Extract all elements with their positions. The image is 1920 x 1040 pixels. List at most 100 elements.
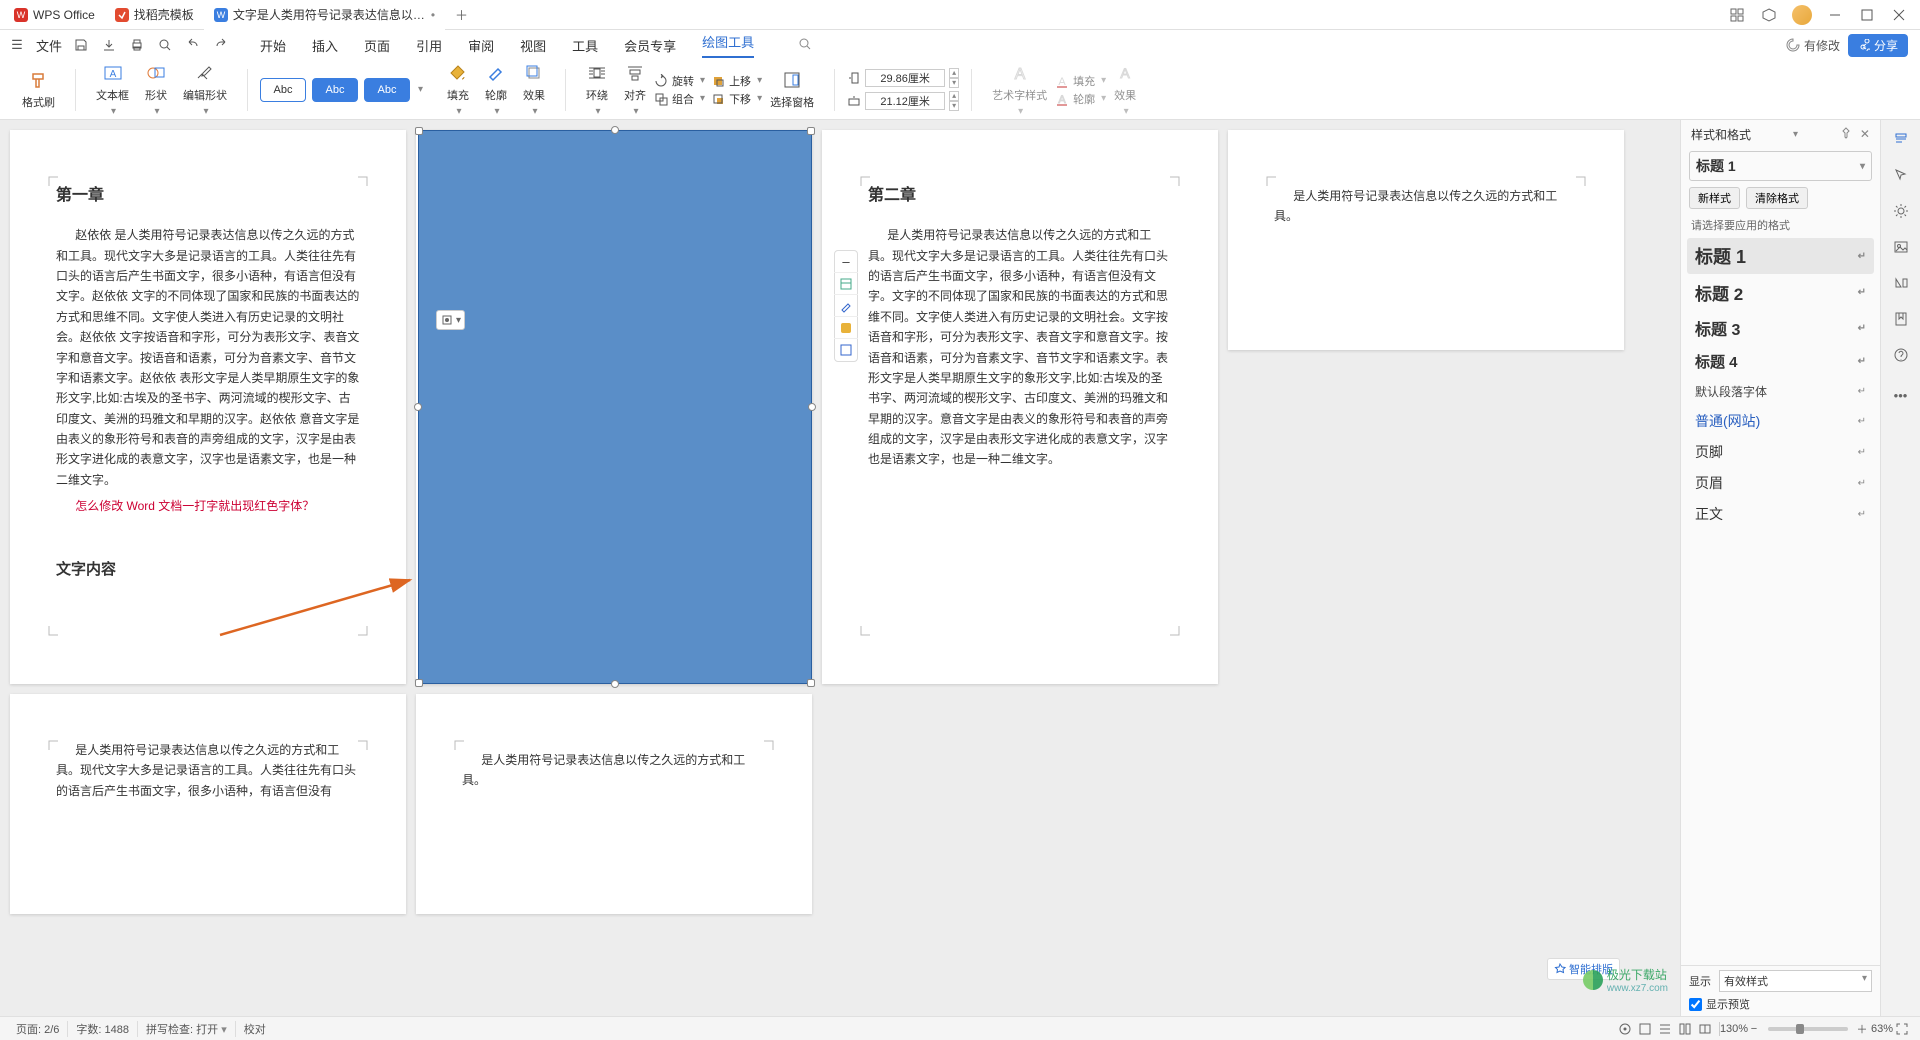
export-icon[interactable] xyxy=(100,36,118,54)
image-panel-icon[interactable] xyxy=(1890,236,1912,258)
fill-button[interactable]: 填充▾ xyxy=(439,60,477,119)
select-panel-icon[interactable] xyxy=(1890,164,1912,186)
menu-page[interactable]: 页面 xyxy=(364,36,390,55)
current-style-select[interactable]: 标题 1▾ xyxy=(1689,151,1872,181)
menu-start[interactable]: 开始 xyxy=(260,36,286,55)
menu-insert[interactable]: 插入 xyxy=(312,36,338,55)
outline-button[interactable]: 轮廓▾ xyxy=(477,60,515,119)
user-avatar[interactable] xyxy=(1792,5,1812,25)
style-item-2[interactable]: 标题 3↵ xyxy=(1687,311,1874,345)
menu-icon[interactable]: ☰ xyxy=(8,36,26,54)
send-backward-button[interactable]: 下移▾ xyxy=(711,91,762,107)
format-painter-button[interactable]: 格式刷 xyxy=(14,67,63,112)
status-page[interactable]: 页面: 2/6 xyxy=(8,1021,68,1037)
width-input[interactable]: 21.12厘米 xyxy=(865,92,945,110)
status-spell[interactable]: 拼写检查: 打开 ▾ xyxy=(138,1021,236,1037)
menu-review[interactable]: 审阅 xyxy=(468,36,494,55)
group-button[interactable]: 组合▾ xyxy=(654,91,705,107)
shape-style-1[interactable]: Abc xyxy=(260,78,306,102)
selection-pane-button[interactable]: 选择窗格 xyxy=(762,67,822,112)
layout-options-button[interactable]: ▾ xyxy=(436,310,465,330)
settings-panel-icon[interactable] xyxy=(1890,200,1912,222)
view-read-icon[interactable] xyxy=(1695,1019,1715,1039)
width-input-row[interactable]: 21.12厘米▴▾ xyxy=(847,91,959,111)
shape-button[interactable]: 形状▾ xyxy=(137,60,175,119)
print-icon[interactable] xyxy=(128,36,146,54)
style-item-1[interactable]: 标题 2↵ xyxy=(1687,275,1874,310)
window-maximize-icon[interactable] xyxy=(1858,6,1876,24)
color-icon[interactable] xyxy=(834,317,858,339)
zoom-slider[interactable] xyxy=(1768,1027,1848,1031)
style-item-4[interactable]: 默认段落字体↵ xyxy=(1687,378,1874,405)
zoom-out-icon[interactable]: − xyxy=(1744,1019,1764,1039)
rotate-button[interactable]: 旋转▾ xyxy=(654,73,705,89)
page-4[interactable]: 是人类用符号记录表达信息以传之久远的方式和工具。 xyxy=(1228,130,1624,350)
align-button[interactable]: 对齐▾ xyxy=(616,60,654,119)
style-item-6[interactable]: 页脚↵ xyxy=(1687,437,1874,467)
menu-drawing[interactable]: 绘图工具 xyxy=(702,32,754,58)
page-3[interactable]: 第二章 是人类用符号记录表达信息以传之久远的方式和工具。现代文字大多是记录语言的… xyxy=(822,130,1218,684)
undo-icon[interactable] xyxy=(184,36,202,54)
view-outline-icon[interactable] xyxy=(1655,1019,1675,1039)
modified-indicator[interactable]: 有修改 xyxy=(1786,37,1840,54)
zoom-value[interactable]: 63% xyxy=(1872,1019,1892,1039)
menu-view[interactable]: 视图 xyxy=(520,36,546,55)
new-style-button[interactable]: 新样式 xyxy=(1689,187,1740,209)
tab-document[interactable]: W 文字是人类用符号记录表达信息以… • xyxy=(204,0,445,30)
height-input-row[interactable]: 29.86厘米▴▾ xyxy=(847,68,959,88)
canvas[interactable]: 第一章 赵依依 是人类用符号记录表达信息以传之久远的方式和工具。现代文字大多是记… xyxy=(0,120,1680,1016)
share-button[interactable]: 分享 xyxy=(1848,34,1908,57)
edit-shape-button[interactable]: 编辑形状▾ xyxy=(175,60,235,119)
menu-member[interactable]: 会员专享 xyxy=(624,36,676,55)
style-item-8[interactable]: 正文↵ xyxy=(1687,499,1874,529)
fit-icon[interactable] xyxy=(1892,1019,1912,1039)
status-words[interactable]: 字数: 1488 xyxy=(68,1021,138,1037)
style-item-7[interactable]: 页眉↵ xyxy=(1687,468,1874,498)
help-panel-icon[interactable] xyxy=(1890,344,1912,366)
shape-panel-icon[interactable] xyxy=(1890,272,1912,294)
status-proof[interactable]: 校对 xyxy=(236,1021,274,1037)
menu-reference[interactable]: 引用 xyxy=(416,36,442,55)
close-pane-icon[interactable]: ✕ xyxy=(1860,127,1870,142)
page-5[interactable]: 是人类用符号记录表达信息以传之久远的方式和工具。现代文字大多是记录语言的工具。人… xyxy=(10,694,406,914)
bookmark-panel-icon[interactable] xyxy=(1890,308,1912,330)
view-print-icon[interactable] xyxy=(1635,1019,1655,1039)
page-6[interactable]: 是人类用符号记录表达信息以传之久远的方式和工具。 xyxy=(416,694,812,914)
collapse-icon[interactable]: – xyxy=(834,251,858,273)
tab-daoke[interactable]: 找稻壳模板 xyxy=(105,0,204,30)
shape-style-3[interactable]: Abc xyxy=(364,78,410,102)
page-1[interactable]: 第一章 赵依依 是人类用符号记录表达信息以传之久远的方式和工具。现代文字大多是记… xyxy=(10,130,406,684)
show-filter[interactable]: 显示有效样式▾ xyxy=(1689,970,1872,992)
style-item-0[interactable]: 标题 1↵ xyxy=(1687,238,1874,274)
grid-icon[interactable] xyxy=(1728,6,1746,24)
bring-forward-button[interactable]: 上移▾ xyxy=(711,73,762,89)
redo-icon[interactable] xyxy=(212,36,230,54)
zoom-in-icon[interactable]: ＋ xyxy=(1852,1019,1872,1039)
more-panel-icon[interactable]: ••• xyxy=(1890,384,1912,406)
style-item-3[interactable]: 标题 4↵ xyxy=(1687,346,1874,377)
menu-tools[interactable]: 工具 xyxy=(572,36,598,55)
textbox-button[interactable]: A文本框▾ xyxy=(88,60,137,119)
shape-style-2[interactable]: Abc xyxy=(312,78,358,102)
clear-format-button[interactable]: 清除格式 xyxy=(1746,187,1808,209)
tab-wps-home[interactable]: W WPS Office xyxy=(4,0,105,30)
show-preview-checkbox[interactable]: 显示预览 xyxy=(1689,996,1872,1012)
styles-panel-icon[interactable] xyxy=(1890,128,1912,150)
shape-style-more[interactable]: ▾ xyxy=(418,84,423,95)
file-menu[interactable]: 文件 xyxy=(36,36,62,55)
height-input[interactable]: 29.86厘米 xyxy=(865,69,945,87)
menu-search-icon[interactable] xyxy=(798,37,812,54)
wrap-button[interactable]: 环绕▾ xyxy=(578,60,616,119)
cube-icon[interactable] xyxy=(1760,6,1778,24)
selected-shape[interactable] xyxy=(418,130,812,684)
save-icon[interactable] xyxy=(72,36,90,54)
preview-icon[interactable] xyxy=(156,36,174,54)
pin-icon[interactable] xyxy=(1840,127,1852,142)
view-web-icon[interactable] xyxy=(1675,1019,1695,1039)
expand-icon[interactable] xyxy=(834,339,858,361)
scale-button[interactable]: 130% xyxy=(1724,1019,1744,1039)
new-tab-button[interactable]: ＋ xyxy=(445,5,478,24)
style-item-5[interactable]: 普通(网站)↵ xyxy=(1687,406,1874,436)
window-close-icon[interactable] xyxy=(1890,6,1908,24)
effect-button[interactable]: 效果▾ xyxy=(515,60,553,119)
